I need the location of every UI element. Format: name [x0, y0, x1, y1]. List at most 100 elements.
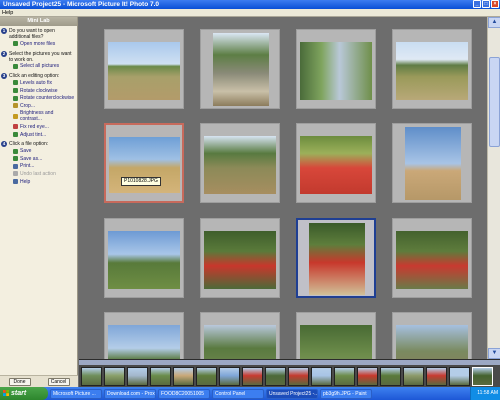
task-link[interactable]: Save: [9, 147, 75, 155]
taskbar-button[interactable]: Control Panel: [212, 388, 264, 399]
start-label: start: [11, 390, 27, 397]
photo-card[interactable]: [392, 29, 472, 109]
task-link[interactable]: Brightness and contrast...: [9, 110, 75, 124]
taskbar-buttons: Microsoft Picture ... Download.com - Prox…: [48, 388, 372, 399]
photo-card-selected[interactable]: [296, 218, 376, 298]
task-link-icon: [13, 171, 18, 177]
filmstrip-thumbnail[interactable]: [311, 367, 332, 386]
task-link[interactable]: Fix red eye...: [9, 123, 75, 131]
filmstrip-thumbnail[interactable]: [173, 367, 194, 386]
task-link[interactable]: Select all pictures: [9, 63, 75, 71]
task-link-icon: [13, 80, 18, 86]
task-step: 4 Click a file option: Save Save as... Print…: [0, 139, 77, 186]
task-link[interactable]: Help: [9, 178, 75, 186]
step-number-badge: 4: [1, 141, 7, 148]
scroll-up-arrow[interactable]: ▲: [488, 17, 500, 28]
filmstrip-thumbnail[interactable]: [288, 367, 309, 386]
scrollbar-thumb[interactable]: [489, 57, 500, 147]
photo-card[interactable]: [104, 218, 184, 298]
task-link-label: Select all pictures: [20, 63, 60, 70]
cancel-button[interactable]: Cancel: [47, 377, 70, 386]
close-button[interactable]: ×: [491, 0, 499, 8]
photo-gallery: P1010828.JPG: [79, 17, 487, 359]
task-step: 3 Click an editing option: Levels auto fix…: [0, 71, 77, 139]
filmstrip-thumbnail[interactable]: [403, 367, 424, 386]
task-link-icon: [13, 156, 18, 162]
step-title: Select the pictures you want to work on.: [9, 50, 72, 63]
task-link[interactable]: Print...: [9, 163, 75, 171]
filmstrip-thumbnail[interactable]: [426, 367, 447, 386]
photo-card[interactable]: [104, 29, 184, 109]
task-link[interactable]: Levels auto fix: [9, 79, 75, 87]
photo-card[interactable]: [296, 312, 376, 359]
filmstrip-thumbnail[interactable]: [127, 367, 148, 386]
clock: 11:58 AM: [477, 390, 498, 396]
taskbar-button[interactable]: pb3g9h.JPG - Paint: [320, 388, 372, 399]
filmstrip-thumbnail[interactable]: [472, 367, 493, 386]
photo-card[interactable]: [200, 218, 280, 298]
photo-card[interactable]: [392, 123, 472, 203]
task-link: Undo last action: [9, 170, 75, 178]
photo-thumbnail: [108, 325, 180, 359]
filmstrip-thumbnail[interactable]: [150, 367, 171, 386]
filmstrip-thumbnail[interactable]: [81, 367, 102, 386]
photo-card[interactable]: [296, 29, 376, 109]
taskbar-button[interactable]: Microsoft Picture ...: [50, 388, 102, 399]
start-button[interactable]: start: [0, 387, 48, 400]
task-link-icon: [13, 148, 18, 154]
task-link[interactable]: Crop...: [9, 102, 75, 110]
photo-thumbnail: [108, 42, 180, 100]
taskbar: start Microsoft Picture ... Download.com …: [0, 387, 500, 400]
filmstrip-scrollbar[interactable]: [79, 360, 500, 365]
photo-thumbnail: [300, 325, 372, 359]
task-link-label: Help: [20, 178, 31, 185]
task-link-icon: [13, 113, 18, 119]
task-link[interactable]: Rotate counterclockwise: [9, 94, 75, 102]
task-link-label: Crop...: [20, 102, 36, 109]
minimize-button[interactable]: _: [473, 0, 481, 8]
photo-card[interactable]: [392, 312, 472, 359]
step-number-badge: 3: [1, 73, 7, 80]
maximize-button[interactable]: □: [482, 0, 490, 8]
photo-card[interactable]: [200, 123, 280, 203]
photo-thumbnail: [396, 325, 468, 359]
task-link[interactable]: Open more files: [9, 40, 75, 48]
photo-card[interactable]: [392, 218, 472, 298]
task-link-label: Rotate clockwise: [20, 87, 58, 94]
photo-card-selected[interactable]: [104, 123, 184, 203]
scroll-down-arrow[interactable]: ▼: [488, 348, 500, 359]
filmstrip-thumbnail[interactable]: [104, 367, 125, 386]
taskbar-button[interactable]: FOOD8C20051005: [158, 388, 210, 399]
photo-thumbnail: [396, 231, 468, 289]
taskbar-button[interactable]: Download.com - Prox...: [104, 388, 156, 399]
photo-card[interactable]: [200, 29, 280, 109]
task-link-label: Save as...: [20, 155, 43, 162]
task-link-icon: [13, 163, 18, 169]
filmstrip-thumbnail[interactable]: [196, 367, 217, 386]
task-link[interactable]: Rotate clockwise: [9, 87, 75, 95]
task-link[interactable]: Adjust tint...: [9, 131, 75, 139]
task-link-icon: [13, 132, 18, 138]
menu-help[interactable]: Help: [2, 10, 13, 16]
task-link[interactable]: Save as...: [9, 155, 75, 163]
task-link-icon: [13, 63, 18, 69]
photo-thumbnail: [405, 127, 461, 200]
menu-bar: Help: [0, 9, 500, 17]
filmstrip-thumbnail[interactable]: [219, 367, 240, 386]
photo-card[interactable]: [296, 123, 376, 203]
filmstrip-thumbnail[interactable]: [380, 367, 401, 386]
filmstrip-thumbnail[interactable]: [242, 367, 263, 386]
window-title: Unsaved Project25 - Microsoft Picture It…: [3, 1, 160, 8]
photo-thumbnail: [396, 42, 468, 100]
photo-thumbnail: [213, 33, 269, 106]
done-button[interactable]: Done: [8, 377, 31, 386]
task-link-icon: [13, 103, 18, 109]
photo-card[interactable]: [104, 312, 184, 359]
filmstrip-thumbnail[interactable]: [334, 367, 355, 386]
filmstrip-thumbnail[interactable]: [449, 367, 470, 386]
filmstrip-thumbnail[interactable]: [357, 367, 378, 386]
gallery-scrollbar[interactable]: ▲ ▼: [487, 17, 500, 359]
taskbar-button[interactable]: Unsaved Project25 -...: [266, 388, 318, 399]
filmstrip-thumbnail[interactable]: [265, 367, 286, 386]
photo-card[interactable]: [200, 312, 280, 359]
